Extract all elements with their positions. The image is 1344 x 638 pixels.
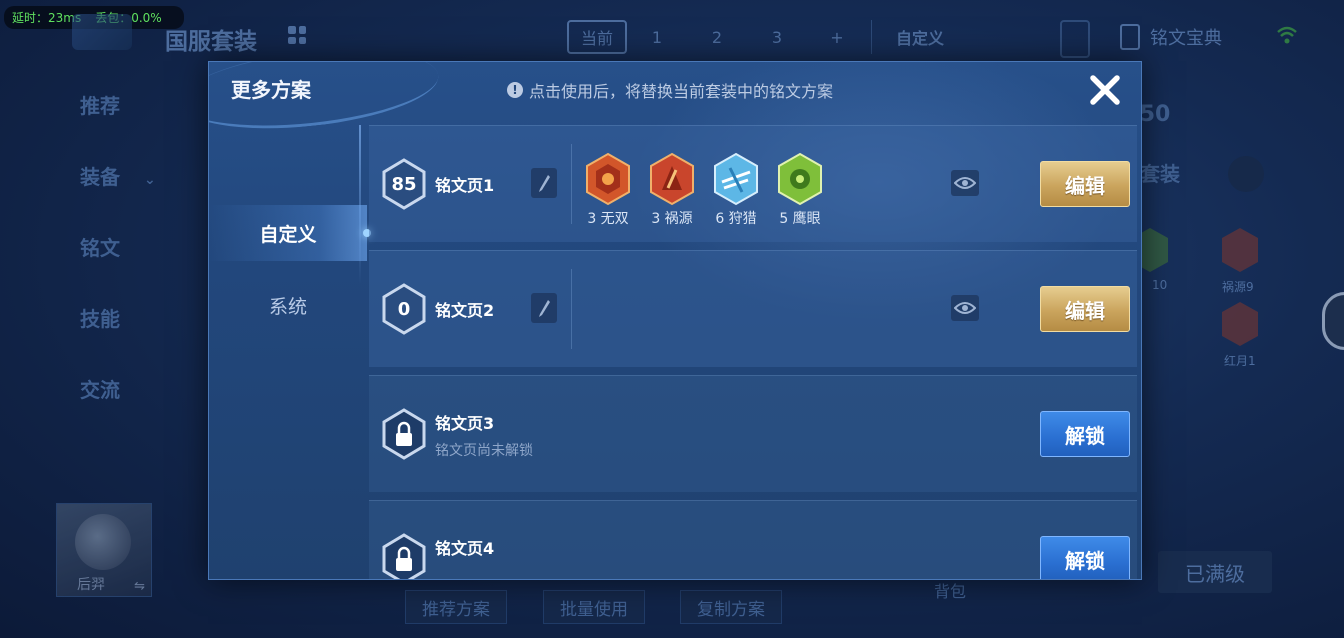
bg-tab-1[interactable]: 1 (627, 20, 687, 54)
rune-huoyuan-icon (650, 152, 694, 206)
bg-rune-gem-red2 (1222, 302, 1258, 346)
edit-button[interactable]: 编辑 (1040, 161, 1130, 207)
level-badge-value: 0 (397, 298, 411, 320)
bg-sidebar-item-recommend[interactable]: 推荐 (80, 90, 156, 161)
dialog-title: 更多方案 (231, 78, 311, 102)
side-expand-arrow[interactable] (1322, 292, 1344, 350)
close-icon (1090, 75, 1120, 105)
tab-custom[interactable]: 自定义 (209, 205, 371, 261)
bg-gem-label-1: 10 (1152, 278, 1168, 292)
rune-page-name: 铭文页1 (435, 176, 495, 195)
bg-rune-gem-red (1222, 228, 1258, 272)
bg-gem-label-2: 祸源9 (1222, 280, 1254, 294)
back-logo[interactable] (72, 14, 132, 50)
grid-icon[interactable] (288, 26, 306, 44)
bg-tab-custom[interactable]: 自定义 (871, 20, 950, 54)
recommended-plan-button[interactable]: 推荐方案 (405, 590, 507, 624)
eye-icon (954, 177, 976, 189)
wifi-icon (1277, 26, 1297, 44)
bg-sidebar-item-runes[interactable]: 铭文 (80, 232, 156, 303)
rune-group: 3 无双 (583, 152, 633, 228)
bg-sidebar-equipment-label: 装备 (80, 165, 120, 189)
unlock-button[interactable]: 解锁 (1040, 536, 1130, 579)
tab-system[interactable]: 系统 (209, 277, 367, 333)
hero-avatar[interactable]: 后羿 ⇋ (56, 503, 152, 597)
close-button[interactable] (1085, 70, 1125, 110)
level-badge: 0 (381, 283, 427, 335)
chevron-down-icon: ⌄ (144, 172, 156, 188)
rune-page-row: 铭文页4 解锁 (369, 500, 1137, 579)
rune-page-list[interactable]: 85 铭文页1 3 无双 3 祸源 6 狩猎 5 鹰眼 编辑 0 铭文页2 编辑… (369, 125, 1137, 579)
level-badge-value: 85 (391, 173, 417, 195)
bg-sidebar-item-skills[interactable]: 技能 (80, 303, 156, 374)
bg-suite-title: 国服套装 (165, 29, 257, 55)
preview-button[interactable] (951, 170, 979, 196)
rune-label: 6 狩猎 (715, 211, 757, 227)
bg-tab-3[interactable]: 3 (747, 20, 807, 54)
row-divider (571, 269, 572, 349)
rune-book-button[interactable]: 铭文宝典 (1120, 24, 1222, 50)
rune-label: 3 无双 (587, 211, 629, 227)
row-divider (571, 144, 572, 224)
rune-group: 5 鹰眼 (775, 152, 825, 228)
bg-gem-label-3: 红月1 (1224, 354, 1256, 368)
info-icon: ! (507, 82, 523, 98)
bg-tab-add[interactable]: + (807, 20, 867, 54)
rune-shoulie-icon (714, 152, 758, 206)
unlock-button[interactable]: 解锁 (1040, 411, 1130, 457)
bg-menu-icon[interactable] (1228, 156, 1264, 192)
dialog-notice-text: 点击使用后，将替换当前套装中的铭文方案 (529, 82, 834, 101)
hero-portrait (75, 514, 131, 570)
rune-wushuang-icon (586, 152, 630, 206)
rune-page-status: 铭文页尚未解锁 (435, 443, 533, 459)
lock-icon (382, 408, 426, 460)
copy-plan-button[interactable]: 复制方案 (680, 590, 782, 624)
dialog-notice: ! 点击使用后，将替换当前套装中的铭文方案 (507, 78, 833, 102)
bg-tab-2[interactable]: 2 (687, 20, 747, 54)
rune-page-row: 0 铭文页2 编辑 (369, 250, 1137, 367)
book-icon (1120, 24, 1140, 50)
rune-page-name: 铭文页2 (435, 301, 495, 320)
bg-sidebar-item-exchange[interactable]: 交流 (80, 374, 156, 445)
maxed-level-button[interactable]: 已满级 (1158, 551, 1272, 593)
rune-page-name: 铭文页3 (435, 414, 495, 433)
rune-label: 5 鹰眼 (779, 211, 821, 227)
rune-page-row: 铭文页3 铭文页尚未解锁 解锁 (369, 375, 1137, 492)
rune-summary: 3 无双 3 祸源 6 狩猎 5 鹰眼 (583, 152, 825, 228)
backpack-label[interactable]: 背包 (934, 578, 966, 602)
rune-page-row: 85 铭文页1 3 无双 3 祸源 6 狩猎 5 鹰眼 编辑 (369, 125, 1137, 242)
preview-button[interactable] (951, 295, 979, 321)
edit-button[interactable]: 编辑 (1040, 286, 1130, 332)
bg-sidebar-item-equipment[interactable]: 装备 ⌄ (80, 161, 156, 232)
rename-button[interactable] (531, 168, 557, 198)
rune-page-name: 铭文页4 (435, 539, 495, 558)
hero-name: 后羿 (77, 577, 105, 593)
more-plans-dialog: 更多方案 ! 点击使用后，将替换当前套装中的铭文方案 自定义 系统 85 铭文页… (208, 61, 1142, 580)
plan-category-tabs: 自定义 系统 (209, 125, 371, 579)
rune-book-label: 铭文宝典 (1150, 28, 1222, 49)
lock-badge (381, 533, 427, 579)
rename-button[interactable] (531, 293, 557, 323)
rune-yingyan-icon (778, 152, 822, 206)
rune-group: 6 狩猎 (711, 152, 761, 228)
tab-system-label: 系统 (268, 295, 307, 318)
eye-icon (954, 302, 976, 314)
lock-icon (382, 533, 426, 579)
bg-suite-label: 套装 (1140, 162, 1180, 186)
tab-custom-label: 自定义 (259, 223, 317, 246)
card-icon[interactable] (1060, 20, 1090, 58)
pencil-icon (539, 300, 550, 317)
pencil-icon (539, 175, 550, 192)
bg-tab-current[interactable]: 当前 (567, 20, 627, 54)
bg-suite-tabs: 当前 1 2 3 + 自定义 (567, 20, 950, 54)
latency-text: 延时：23ms (12, 11, 82, 25)
lock-badge (381, 408, 427, 460)
batch-use-button[interactable]: 批量使用 (543, 590, 645, 624)
bg-sidebar: 推荐 装备 ⌄ 铭文 技能 交流 (80, 90, 156, 445)
swap-icon: ⇋ (134, 579, 145, 594)
rune-label: 3 祸源 (651, 211, 693, 227)
level-badge: 85 (381, 158, 427, 210)
rune-group: 3 祸源 (647, 152, 697, 228)
